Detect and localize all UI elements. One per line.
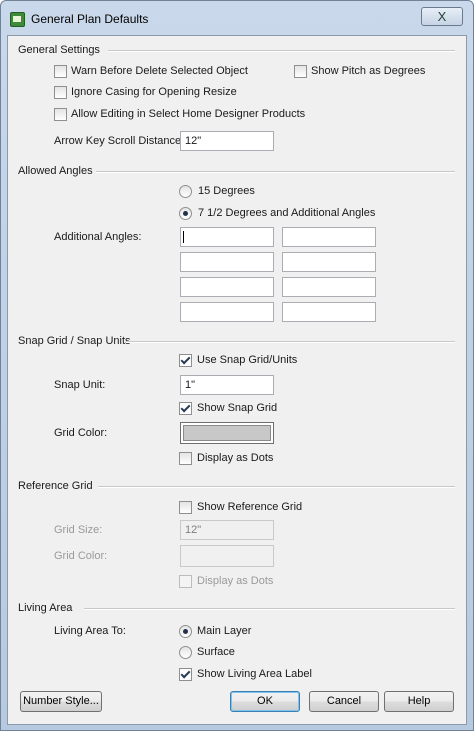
- title-bar[interactable]: General Plan Defaults X: [1, 1, 473, 37]
- warn-before-delete-checkbox[interactable]: [54, 65, 67, 78]
- color-swatch: [183, 425, 271, 441]
- close-button[interactable]: X: [421, 7, 463, 26]
- snap-unit-input[interactable]: 1": [180, 375, 274, 395]
- ok-button[interactable]: OK: [230, 691, 300, 712]
- dialog-window: General Plan Defaults X General Settings…: [0, 0, 474, 731]
- help-button[interactable]: Help: [384, 691, 454, 712]
- number-style-button[interactable]: Number Style...: [20, 691, 102, 712]
- allow-editing-label[interactable]: Allow Editing in Select Home Designer Pr…: [71, 108, 305, 120]
- section-divider: [96, 171, 455, 173]
- text-caret: [183, 231, 184, 243]
- additional-angles-label: Additional Angles:: [54, 231, 142, 243]
- additional-angle-input[interactable]: [180, 302, 274, 322]
- allow-editing-checkbox[interactable]: [54, 108, 67, 121]
- show-pitch-label[interactable]: Show Pitch as Degrees: [311, 65, 425, 77]
- angle-7-5-label[interactable]: 7 1/2 Degrees and Additional Angles: [198, 207, 375, 219]
- additional-angle-input[interactable]: [180, 227, 274, 247]
- show-snap-grid-checkbox[interactable]: [179, 402, 192, 415]
- cancel-button[interactable]: Cancel: [309, 691, 379, 712]
- surface-label[interactable]: Surface: [197, 646, 235, 658]
- allowed-angles-header: Allowed Angles: [18, 165, 93, 177]
- section-divider: [108, 50, 455, 52]
- surface-radio[interactable]: [179, 646, 192, 659]
- angle-15-label[interactable]: 15 Degrees: [198, 185, 255, 197]
- snap-display-dots-label[interactable]: Display as Dots: [197, 452, 273, 464]
- window-title: General Plan Defaults: [31, 12, 149, 26]
- living-area-to-label: Living Area To:: [54, 625, 126, 637]
- snap-unit-label: Snap Unit:: [54, 379, 106, 391]
- reference-grid-color-label: Grid Color:: [54, 550, 108, 562]
- additional-angle-input[interactable]: [282, 302, 376, 322]
- section-divider: [98, 486, 455, 488]
- arrow-key-scroll-input[interactable]: 12": [180, 131, 274, 151]
- use-snap-checkbox[interactable]: [179, 354, 192, 367]
- dialog-body: General Settings Warn Before Delete Sele…: [7, 35, 467, 725]
- snap-display-dots-checkbox[interactable]: [179, 452, 192, 465]
- show-pitch-checkbox[interactable]: [294, 65, 307, 78]
- general-settings-header: General Settings: [18, 44, 100, 56]
- grid-color-button[interactable]: [180, 422, 274, 444]
- living-area-header: Living Area: [18, 602, 73, 614]
- angle-7-5-radio[interactable]: [179, 207, 192, 220]
- reference-display-dots-label[interactable]: Display as Dots: [197, 575, 273, 587]
- grid-size-label: Grid Size:: [54, 524, 103, 536]
- reference-display-dots-checkbox[interactable]: [179, 575, 192, 588]
- ignore-casing-checkbox[interactable]: [54, 86, 67, 99]
- section-divider: [126, 341, 455, 343]
- main-layer-radio[interactable]: [179, 625, 192, 638]
- show-living-area-label-text[interactable]: Show Living Area Label: [197, 668, 312, 680]
- show-snap-grid-label[interactable]: Show Snap Grid: [197, 402, 277, 414]
- grid-color-label: Grid Color:: [54, 427, 108, 439]
- ignore-casing-label[interactable]: Ignore Casing for Opening Resize: [71, 86, 237, 98]
- additional-angle-input[interactable]: [282, 252, 376, 272]
- warn-before-delete-label[interactable]: Warn Before Delete Selected Object: [71, 65, 248, 77]
- show-reference-grid-label[interactable]: Show Reference Grid: [197, 501, 302, 513]
- main-layer-label[interactable]: Main Layer: [197, 625, 251, 637]
- grid-size-input[interactable]: 12": [180, 520, 274, 540]
- show-reference-grid-checkbox[interactable]: [179, 501, 192, 514]
- additional-angle-input[interactable]: [282, 227, 376, 247]
- additional-angle-input[interactable]: [282, 277, 376, 297]
- reference-grid-color-button[interactable]: [180, 545, 274, 567]
- arrow-key-scroll-label: Arrow Key Scroll Distance:: [54, 135, 185, 147]
- use-snap-label[interactable]: Use Snap Grid/Units: [197, 354, 297, 366]
- angle-15-radio[interactable]: [179, 185, 192, 198]
- additional-angle-input[interactable]: [180, 252, 274, 272]
- snap-grid-header: Snap Grid / Snap Units: [18, 335, 131, 347]
- show-living-area-label-checkbox[interactable]: [179, 668, 192, 681]
- section-divider: [84, 608, 455, 610]
- reference-grid-header: Reference Grid: [18, 480, 93, 492]
- app-icon: [10, 12, 25, 27]
- additional-angle-input[interactable]: [180, 277, 274, 297]
